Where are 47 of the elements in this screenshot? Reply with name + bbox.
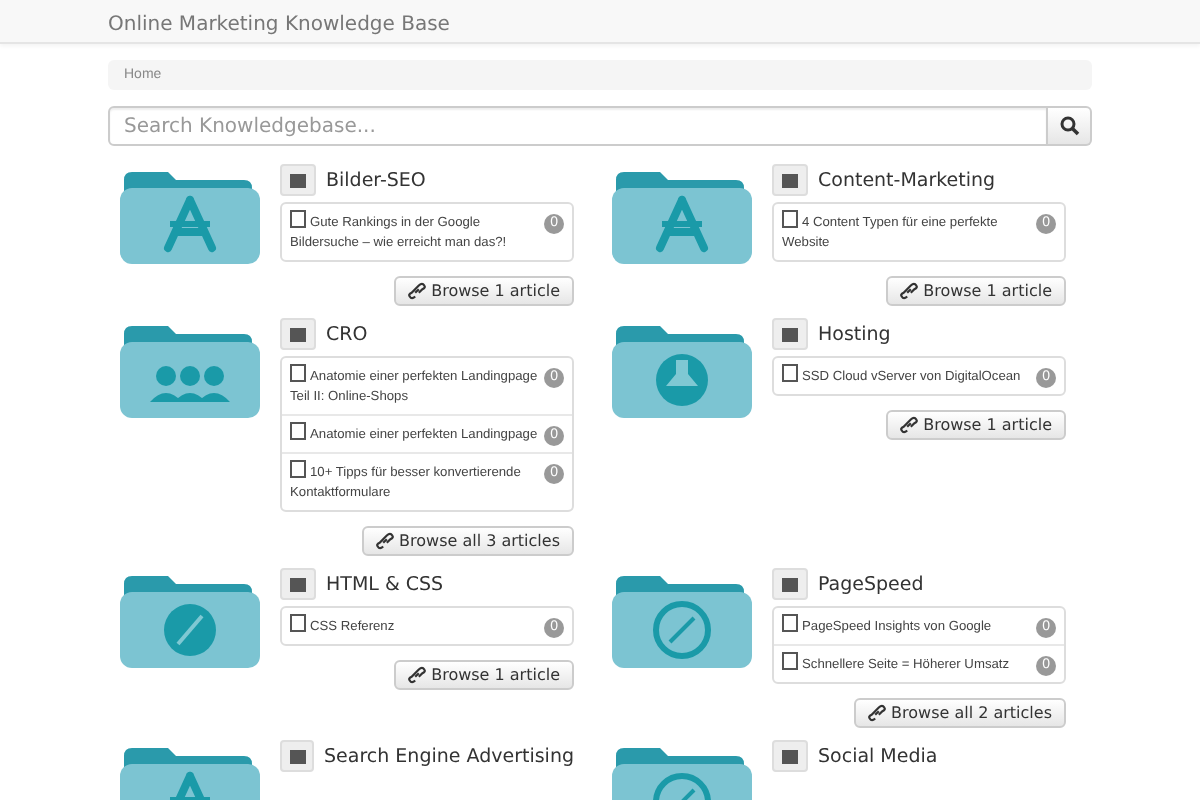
category-title[interactable]: CRO: [326, 323, 368, 345]
category-title[interactable]: PageSpeed: [818, 573, 924, 595]
document-icon: [290, 210, 306, 228]
link-icon: [899, 416, 918, 434]
toggle-button[interactable]: [772, 164, 808, 196]
toggle-button[interactable]: [772, 740, 808, 772]
document-icon: [782, 652, 798, 670]
search-field[interactable]: Search Knowledgebase...: [108, 106, 1048, 146]
category-title[interactable]: Bilder-SEO: [326, 169, 426, 191]
category-title[interactable]: Hosting: [818, 323, 891, 345]
category-title[interactable]: Social Media: [818, 745, 938, 767]
link-icon: [407, 666, 426, 684]
browse-button[interactable]: Browse all 2 articles: [853, 698, 1066, 728]
document-icon: [290, 460, 306, 478]
document-icon: [782, 614, 798, 632]
folder-icon: [612, 322, 752, 418]
browse-button[interactable]: Browse all 3 articles: [361, 526, 574, 556]
toggle-button[interactable]: [772, 318, 808, 350]
search-button[interactable]: [1048, 106, 1092, 146]
folder-icon: [120, 572, 260, 668]
link-icon: [375, 532, 394, 550]
document-icon: [290, 614, 306, 632]
folder-icon: [120, 168, 260, 264]
browse-button[interactable]: Browse 1 article: [885, 410, 1066, 440]
toggle-button[interactable]: [280, 740, 315, 772]
toggle-button[interactable]: [772, 568, 808, 600]
link-icon: [867, 704, 886, 722]
search-icon: [1059, 116, 1079, 136]
link-icon: [899, 282, 918, 300]
category-title[interactable]: HTML & CSS: [326, 573, 444, 595]
document-icon: [782, 364, 798, 382]
folder-icon: [120, 322, 260, 418]
document-icon: [290, 364, 306, 382]
document-icon: [290, 422, 306, 440]
document-icon: [782, 210, 798, 228]
toggle-button[interactable]: [280, 568, 316, 600]
link-icon: [407, 282, 426, 300]
category-title[interactable]: Search Engine Advertising: [324, 745, 574, 767]
folder-icon: [612, 572, 752, 668]
browse-button[interactable]: Browse 1 article: [393, 660, 574, 690]
site-title[interactable]: Online Marketing Knowledge Base: [108, 14, 450, 36]
toggle-button[interactable]: [280, 164, 316, 196]
browse-button[interactable]: Browse 1 article: [393, 276, 574, 306]
toggle-button[interactable]: [280, 318, 316, 350]
browse-button[interactable]: Browse 1 article: [885, 276, 1066, 306]
folder-icon: [612, 168, 752, 264]
category-title[interactable]: Content-Marketing: [818, 169, 996, 191]
